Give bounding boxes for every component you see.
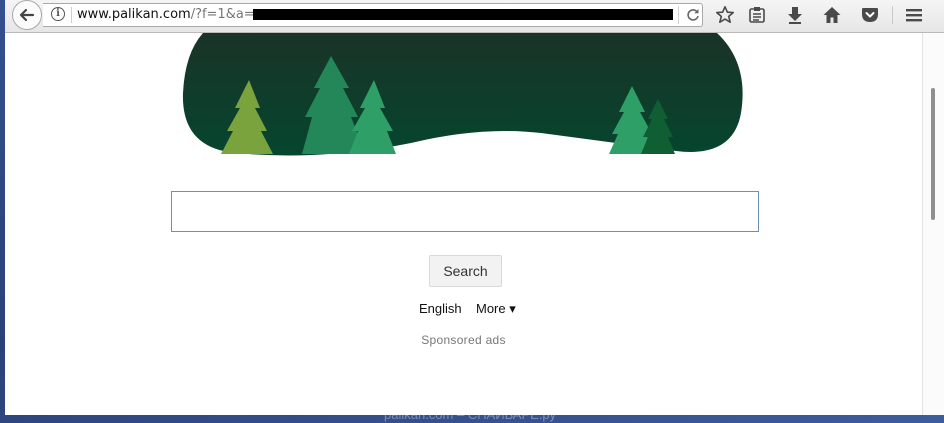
watermark-text: palikan.com – СПАЙВАРЕ.ру <box>384 407 557 422</box>
browser-window: i www.palikan.com/?f=1&a= Search English… <box>5 0 944 415</box>
download-icon[interactable] <box>785 5 805 25</box>
url-redaction <box>253 9 673 20</box>
reload-separator <box>678 6 679 24</box>
language-link-english[interactable]: English <box>419 301 462 316</box>
info-icon[interactable]: i <box>51 7 65 21</box>
page-content: Search English More ▾ Sponsored ads <box>5 33 922 415</box>
sponsored-ads-label: Sponsored ads <box>421 333 506 347</box>
back-button[interactable] <box>12 0 42 30</box>
url-host: www.palikan.com <box>77 7 191 22</box>
url-path: /?f=1&a= <box>190 7 255 22</box>
toolbar-separator <box>892 6 893 24</box>
hamburger-menu-icon[interactable] <box>904 5 924 25</box>
reading-list-icon[interactable] <box>747 5 767 25</box>
url-separator <box>71 7 72 23</box>
more-dropdown[interactable]: More ▾ <box>476 301 516 317</box>
reload-icon[interactable] <box>685 7 701 23</box>
search-input[interactable] <box>171 191 759 232</box>
forest-banner <box>182 33 743 156</box>
browser-toolbar: i www.palikan.com/?f=1&a= <box>5 0 944 33</box>
search-button[interactable]: Search <box>429 255 502 287</box>
pocket-icon[interactable] <box>860 5 880 25</box>
scrollbar-thumb[interactable] <box>931 88 935 220</box>
bookmark-star-icon[interactable] <box>715 5 735 25</box>
back-arrow-icon <box>19 8 35 22</box>
url-bar[interactable]: i www.palikan.com/?f=1&a= <box>43 3 703 27</box>
home-icon[interactable] <box>822 5 842 25</box>
vertical-scrollbar[interactable] <box>922 33 944 415</box>
